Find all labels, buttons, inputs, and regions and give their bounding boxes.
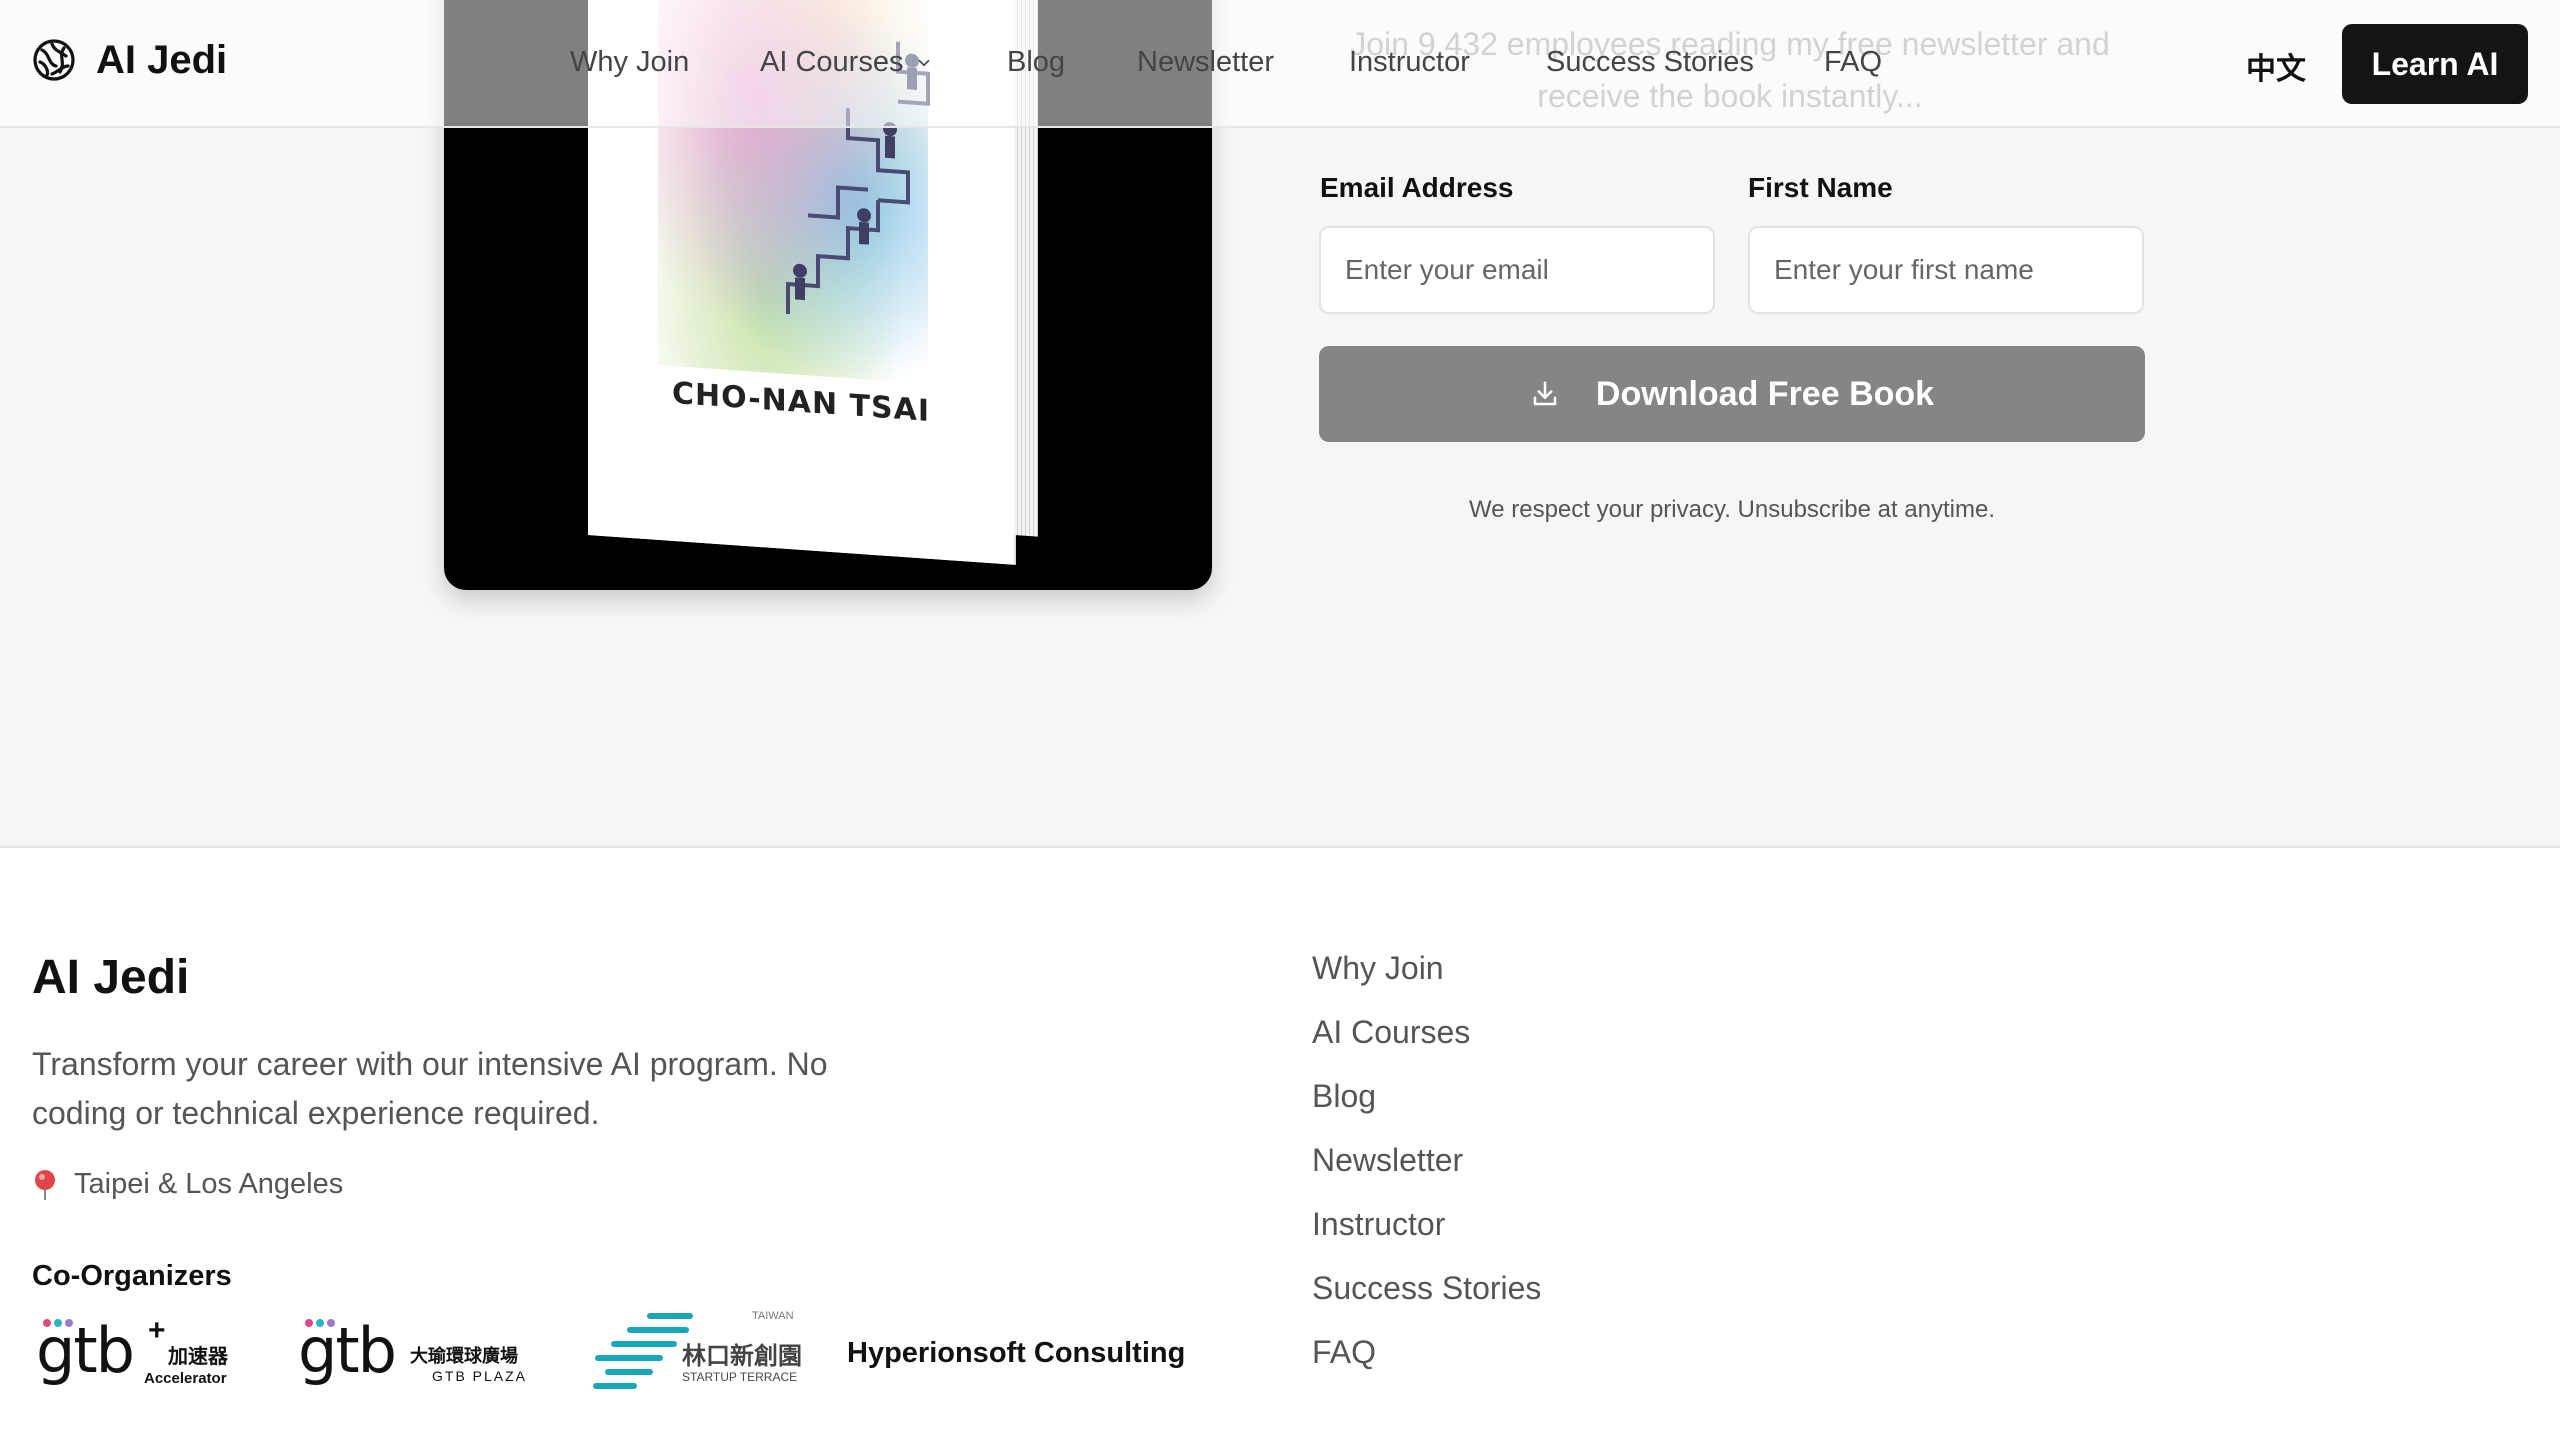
gtb-plaza-wordmark: gtb xyxy=(298,1314,397,1387)
nav-newsletter[interactable]: Newsletter xyxy=(1137,46,1274,79)
footer-location: Taipei & Los Angeles xyxy=(32,1168,343,1201)
nav-faq[interactable]: FAQ xyxy=(1824,46,1882,79)
brand-name: AI Jedi xyxy=(96,37,228,82)
nav-blog[interactable]: Blog xyxy=(1007,46,1065,79)
footer-link-why-join[interactable]: Why Join xyxy=(1312,950,1444,987)
footer-link-blog[interactable]: Blog xyxy=(1312,1078,1376,1115)
startup-terrace-stripes-icon xyxy=(593,1313,693,1389)
footer-description: Transform your career with our intensive… xyxy=(32,1046,828,1131)
gtb-plaza-cjk: 大瑜環球廣場 xyxy=(410,1346,518,1366)
footer-link-success-stories[interactable]: Success Stories xyxy=(1312,1270,1541,1307)
brain-logo-icon xyxy=(33,39,75,81)
chevron-down-icon xyxy=(919,59,930,66)
gtb-accelerator-cjk: 加速器 xyxy=(168,1346,228,1368)
email-field[interactable] xyxy=(1319,226,1715,314)
nav-ai-courses-label: AI Courses xyxy=(760,46,904,78)
gtb-plaza-logo: gtb 大瑜環球廣場 GTB PLAZA xyxy=(298,1310,538,1390)
email-label: Email Address xyxy=(1320,172,1514,203)
co-organizers-title: Co-Organizers xyxy=(32,1260,232,1292)
download-free-book-button[interactable]: Download Free Book xyxy=(1319,346,2145,442)
site-header: AI Jedi Why Join AI Courses Blog Newslet… xyxy=(0,0,2560,128)
gtb-accelerator-logo: gtb + 加速器 Accelerator xyxy=(36,1310,242,1390)
startup-terrace-cjk: 林口新創園 xyxy=(682,1343,802,1370)
first-name-label: First Name xyxy=(1748,172,1893,203)
gtb-plaza-sub: GTB PLAZA xyxy=(432,1368,528,1384)
learn-ai-button[interactable]: Learn AI xyxy=(2342,24,2528,104)
footer-link-newsletter[interactable]: Newsletter xyxy=(1312,1142,1463,1179)
plus-mark: + xyxy=(148,1314,166,1347)
nav-instructor[interactable]: Instructor xyxy=(1349,46,1470,79)
nav-why-join[interactable]: Why Join xyxy=(570,46,689,79)
nav-success-stories[interactable]: Success Stories xyxy=(1546,46,1754,79)
book-author: CHO-NAN TSAI xyxy=(672,375,930,429)
hyperionsoft-logo: Hyperionsoft Consulting xyxy=(847,1337,1186,1369)
privacy-note: We respect your privacy. Unsubscribe at … xyxy=(1469,496,1995,523)
location-pin-icon xyxy=(35,1169,55,1200)
nav-ai-courses[interactable]: AI Courses xyxy=(760,46,933,79)
brand-logo-link[interactable]: AI Jedi xyxy=(30,36,227,84)
first-name-field[interactable] xyxy=(1748,226,2144,314)
location-text: Taipei & Los Angeles xyxy=(74,1168,344,1200)
footer-link-faq[interactable]: FAQ xyxy=(1312,1334,1376,1371)
download-icon xyxy=(1533,381,1557,406)
language-switch[interactable]: 中文 xyxy=(2246,44,2306,88)
startup-terrace-sub: STARTUP TERRACE xyxy=(682,1370,798,1384)
gtb-accelerator-wordmark: gtb xyxy=(36,1314,135,1387)
footer-brand: AI Jedi xyxy=(32,951,190,1004)
footer-link-instructor[interactable]: Instructor xyxy=(1312,1206,1445,1243)
startup-terrace-logo: TAIWAN 林口新創園 STARTUP TERRACE xyxy=(590,1310,806,1394)
footer-link-ai-courses[interactable]: AI Courses xyxy=(1312,1014,1470,1051)
startup-terrace-tag: TAIWAN xyxy=(752,1310,794,1322)
gtb-accelerator-sub: Accelerator xyxy=(144,1370,227,1387)
download-button-label: Download Free Book xyxy=(1595,374,1935,413)
